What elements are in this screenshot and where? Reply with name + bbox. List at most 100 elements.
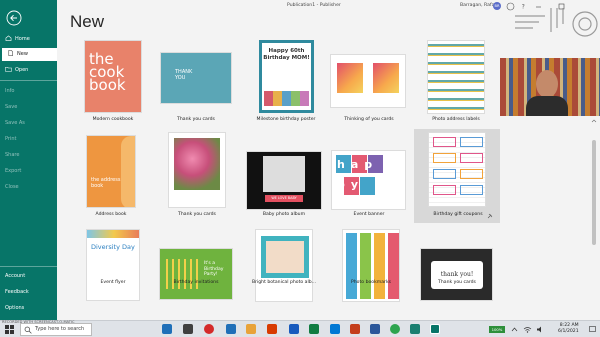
nav-info[interactable]: Info — [0, 85, 57, 98]
emoji-icon[interactable] — [506, 2, 515, 11]
publisher-taskbar-icon[interactable] — [430, 324, 440, 334]
taskbar-clock[interactable]: 8:22 AM 6/1/2021 — [558, 323, 579, 335]
nav-save-as[interactable]: Save As — [0, 117, 57, 130]
thumb-art — [460, 137, 483, 147]
template-thumbnail: WE LOVE BABY — [246, 151, 322, 210]
publisher-window: Home New Open Info Save Save As Print Sh… — [0, 0, 600, 337]
powerpoint-icon[interactable] — [350, 324, 360, 334]
office-icon[interactable] — [267, 324, 277, 334]
template-thumbnail: the address book — [86, 135, 136, 208]
widgets-icon[interactable] — [183, 324, 193, 334]
excel-icon[interactable] — [309, 324, 319, 334]
nav-close[interactable]: Close — [0, 181, 57, 194]
thumb-art — [261, 236, 309, 278]
thumb-art — [460, 169, 483, 179]
nav-options[interactable]: Options — [0, 302, 57, 315]
template-thumbnail — [428, 132, 486, 207]
thumb-text: Happy 60th Birthday MOM! — [263, 48, 310, 61]
thumb-text: It's a Birthday Party! — [204, 261, 224, 278]
clock-date: 6/1/2021 — [558, 329, 579, 334]
thumb-art — [433, 153, 456, 163]
page-title: New — [70, 12, 105, 31]
webcam-shoulders — [526, 96, 568, 116]
taskbar-search-input[interactable]: Type here to search — [20, 323, 92, 336]
nav-new-label: New — [17, 51, 28, 57]
avatar[interactable]: BR — [493, 2, 501, 10]
thumb-art — [346, 233, 357, 299]
template-thumbnail: hap py — [331, 150, 406, 210]
search-placeholder: Type here to search — [35, 326, 85, 332]
battery-indicator[interactable]: 100% — [489, 326, 505, 333]
thumb-text: Diversity Day — [91, 243, 135, 251]
task-view-icon[interactable] — [162, 324, 172, 334]
thumb-text: THANK YOU — [175, 69, 193, 81]
template-thumbnail — [330, 54, 406, 108]
nav-divider — [0, 80, 57, 81]
document-title: Publication1 - Publisher — [287, 3, 341, 8]
template-thumbnail — [168, 132, 226, 208]
edge-icon[interactable] — [410, 324, 420, 334]
taskbar: Type here to search 100% 8:22 AM 6/1/202… — [0, 320, 600, 337]
chevron-up-icon[interactable] — [510, 325, 519, 334]
store-icon[interactable] — [226, 324, 236, 334]
vertical-scrollbar[interactable] — [591, 118, 597, 318]
template-thumbnail — [342, 229, 400, 302]
thumb-text: hap py — [337, 158, 379, 191]
template-thumbnail — [255, 229, 313, 302]
backstage-sidebar: Home New Open Info Save Save As Print Sh… — [0, 0, 57, 320]
record-app-icon[interactable] — [204, 324, 214, 334]
new-document-icon — [8, 50, 13, 56]
nav-save[interactable]: Save — [0, 101, 57, 114]
thumb-art — [87, 230, 139, 238]
nav-new[interactable]: New — [0, 48, 57, 61]
thumb-art — [433, 185, 456, 195]
scroll-up-icon[interactable] — [591, 118, 597, 124]
thumb-art — [373, 63, 399, 93]
nav-feedback[interactable]: Feedback — [0, 286, 57, 299]
template-caption: Birthday gift coupons — [433, 212, 483, 217]
webcam-face — [536, 70, 558, 98]
back-arrow-icon[interactable] — [6, 10, 22, 26]
teams-icon[interactable] — [370, 324, 380, 334]
template-caption: Photo address labels — [432, 117, 480, 122]
wifi-icon[interactable] — [523, 325, 532, 334]
header-pattern — [515, 8, 598, 37]
word-icon[interactable] — [289, 324, 299, 334]
nav-divider-bottom — [0, 266, 57, 267]
thumb-text: WE LOVE BABY — [265, 195, 303, 202]
nav-share[interactable]: Share — [0, 149, 57, 162]
template-thumbnail — [427, 40, 485, 114]
nav-open-label: Open — [15, 67, 29, 73]
thumb-art — [264, 91, 309, 106]
search-icon — [24, 326, 32, 334]
nav-export[interactable]: Export — [0, 165, 57, 178]
template-thumbnail: the cook book — [84, 40, 142, 113]
chrome-icon[interactable] — [390, 324, 400, 334]
thumb-text: the cook book — [89, 50, 126, 94]
nav-open[interactable]: Open — [0, 64, 57, 77]
home-icon — [5, 35, 12, 41]
template-caption: Thank you cards — [438, 280, 476, 285]
thumb-art — [433, 169, 456, 179]
template-thumbnail: Happy 60th Birthday MOM! — [259, 40, 314, 113]
nav-account[interactable]: Account — [0, 270, 57, 283]
thumb-art — [388, 233, 399, 299]
file-explorer-icon[interactable] — [246, 324, 256, 334]
thumb-art — [433, 137, 456, 147]
scroll-thumb[interactable] — [592, 140, 596, 245]
nav-print[interactable]: Print — [0, 133, 57, 146]
windows-start-icon[interactable] — [5, 325, 14, 334]
outlook-icon[interactable] — [330, 324, 340, 334]
webcam-overlay — [500, 58, 600, 116]
thumb-art — [360, 233, 371, 299]
thumb-art — [174, 138, 220, 190]
thumb-art — [337, 63, 363, 93]
notifications-icon[interactable] — [588, 325, 597, 334]
nav-home[interactable]: Home — [0, 33, 57, 46]
recorder-watermark: RECORDED WITH SCREENCAST-O-MATIC — [2, 320, 75, 324]
folder-open-icon — [5, 67, 12, 72]
thumb-art — [263, 156, 305, 192]
volume-icon[interactable] — [536, 325, 545, 334]
pin-icon[interactable] — [487, 213, 493, 219]
thumb-text: the address book — [91, 177, 121, 189]
